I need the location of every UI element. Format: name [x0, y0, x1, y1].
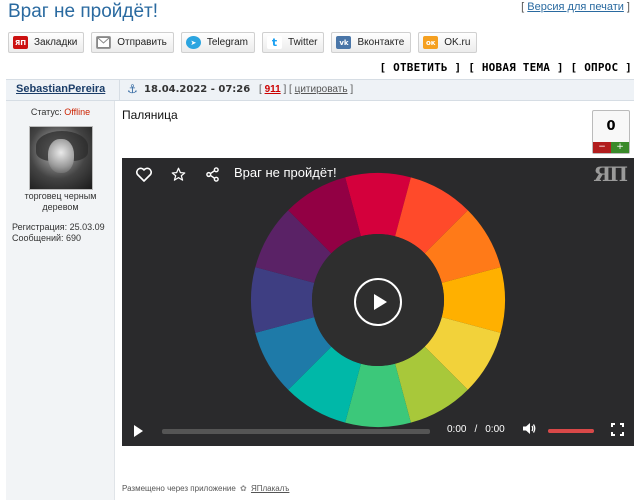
share-icon[interactable] [202, 164, 222, 184]
status-value: Offline [64, 107, 91, 117]
anchor-icon[interactable]: ⚓ [127, 82, 138, 96]
vk-icon: vk [336, 36, 352, 49]
message-count: Сообщений: 690 [12, 233, 82, 243]
vk-button[interactable]: vk Вконтакте [331, 32, 412, 53]
rating-widget: 0 − + [592, 110, 630, 154]
duration: 0:00 [485, 424, 505, 435]
video-player[interactable]: Враг не пройдёт! ЯП 0:00/0:00 [122, 158, 634, 446]
bookmarks-button[interactable]: ЯП Закладки [8, 32, 85, 53]
page: Враг не пройдёт! [ Версия для печати ] Я… [0, 0, 640, 500]
posted-via-app: Размещено через приложение ✿ ЯПлакалъ [122, 484, 289, 493]
envelope-icon [96, 36, 112, 49]
big-play-button[interactable] [354, 278, 402, 326]
telegram-button[interactable]: ➤ Telegram [180, 32, 256, 53]
rating-minus-button[interactable]: − [593, 142, 611, 153]
share-buttons: ЯП Закладки Отправить ➤ Telegram t Twitt… [8, 32, 478, 53]
twitter-icon: t [267, 36, 283, 49]
progress-bar[interactable] [162, 429, 430, 434]
bookmarks-label: Закладки [34, 37, 78, 48]
volume-slider[interactable] [548, 429, 594, 433]
current-time: 0:00 [447, 424, 467, 435]
avatar-face [48, 139, 74, 173]
vk-label: Вконтакте [357, 37, 405, 48]
quote-link[interactable]: цитировать [295, 84, 348, 95]
play-icon[interactable] [134, 425, 143, 437]
volume-level [548, 429, 594, 433]
user-title-line2: деревом [42, 202, 79, 212]
new-topic-button[interactable]: НОВАЯ ТЕМА [482, 61, 550, 74]
print-version-link[interactable]: Версия для печати [527, 1, 624, 13]
telegram-icon: ➤ [185, 36, 201, 49]
ok-label: OK.ru [444, 37, 471, 48]
video-top-icons [134, 164, 222, 184]
registration-date: Регистрация: 25.03.09 [12, 222, 105, 232]
user-status: Статус: Offline [6, 107, 115, 117]
print-version: [ Версия для печати ] [521, 1, 630, 13]
post-header: SebastianPereira ⚓ 18.04.2022 - 07:26 [ … [6, 79, 634, 101]
volume-icon[interactable] [522, 422, 536, 439]
ok-icon: ок [423, 36, 439, 49]
post-number-link[interactable]: 911 [265, 84, 281, 95]
app-link[interactable]: ЯПлакалъ [251, 484, 289, 493]
author-name[interactable]: SebastianPereira [16, 83, 105, 95]
poll-button[interactable]: ОПРОС [584, 61, 618, 74]
topic-title: Враг не пройдёт! [8, 1, 159, 22]
reply-button[interactable]: ОТВЕТИТЬ [393, 61, 448, 74]
author-sidebar: Статус: Offline торговец черным деревом … [6, 101, 115, 500]
video-controls: 0:00/0:00 [122, 416, 634, 446]
app-gear-icon: ✿ [240, 484, 247, 493]
topic-header: Враг не пройдёт! [ Версия для печати ] [0, 0, 640, 28]
topic-actions: [ ОТВЕТИТЬ ] [ НОВАЯ ТЕМА ] [ ОПРОС ] [379, 61, 632, 74]
ok-button[interactable]: ок OK.ru [418, 32, 478, 53]
user-title: торговец черным деревом [10, 191, 111, 213]
posted-via-label: Размещено через приложение [122, 484, 236, 493]
twitter-button[interactable]: t Twitter [262, 32, 325, 53]
header-divider [119, 80, 120, 100]
telegram-label: Telegram [206, 37, 249, 48]
star-icon[interactable] [168, 164, 188, 184]
twitter-label: Twitter [288, 37, 318, 48]
post-meta: [ 911 ] [ цитировать ] [259, 84, 354, 95]
rating-value: 0 [606, 119, 616, 134]
user-title-line1: торговец черным [24, 191, 97, 201]
send-label: Отправить [117, 37, 167, 48]
post-text: Паляница [122, 108, 178, 122]
avatar[interactable] [29, 126, 93, 190]
post-date: 18.04.2022 - 07:26 [144, 84, 251, 95]
user-stats: Регистрация: 25.03.09 Сообщений: 690 [12, 222, 105, 244]
yap-logo-icon: ЯП [593, 162, 628, 186]
yap-icon: ЯП [13, 36, 28, 49]
heart-icon[interactable] [134, 164, 154, 184]
status-label: Статус: [30, 107, 62, 117]
rating-plus-button[interactable]: + [611, 142, 629, 153]
time-display: 0:00/0:00 [447, 424, 505, 435]
video-title: Враг не пройдёт! [234, 165, 337, 180]
send-button[interactable]: Отправить [91, 32, 174, 53]
fullscreen-icon[interactable] [611, 423, 624, 436]
